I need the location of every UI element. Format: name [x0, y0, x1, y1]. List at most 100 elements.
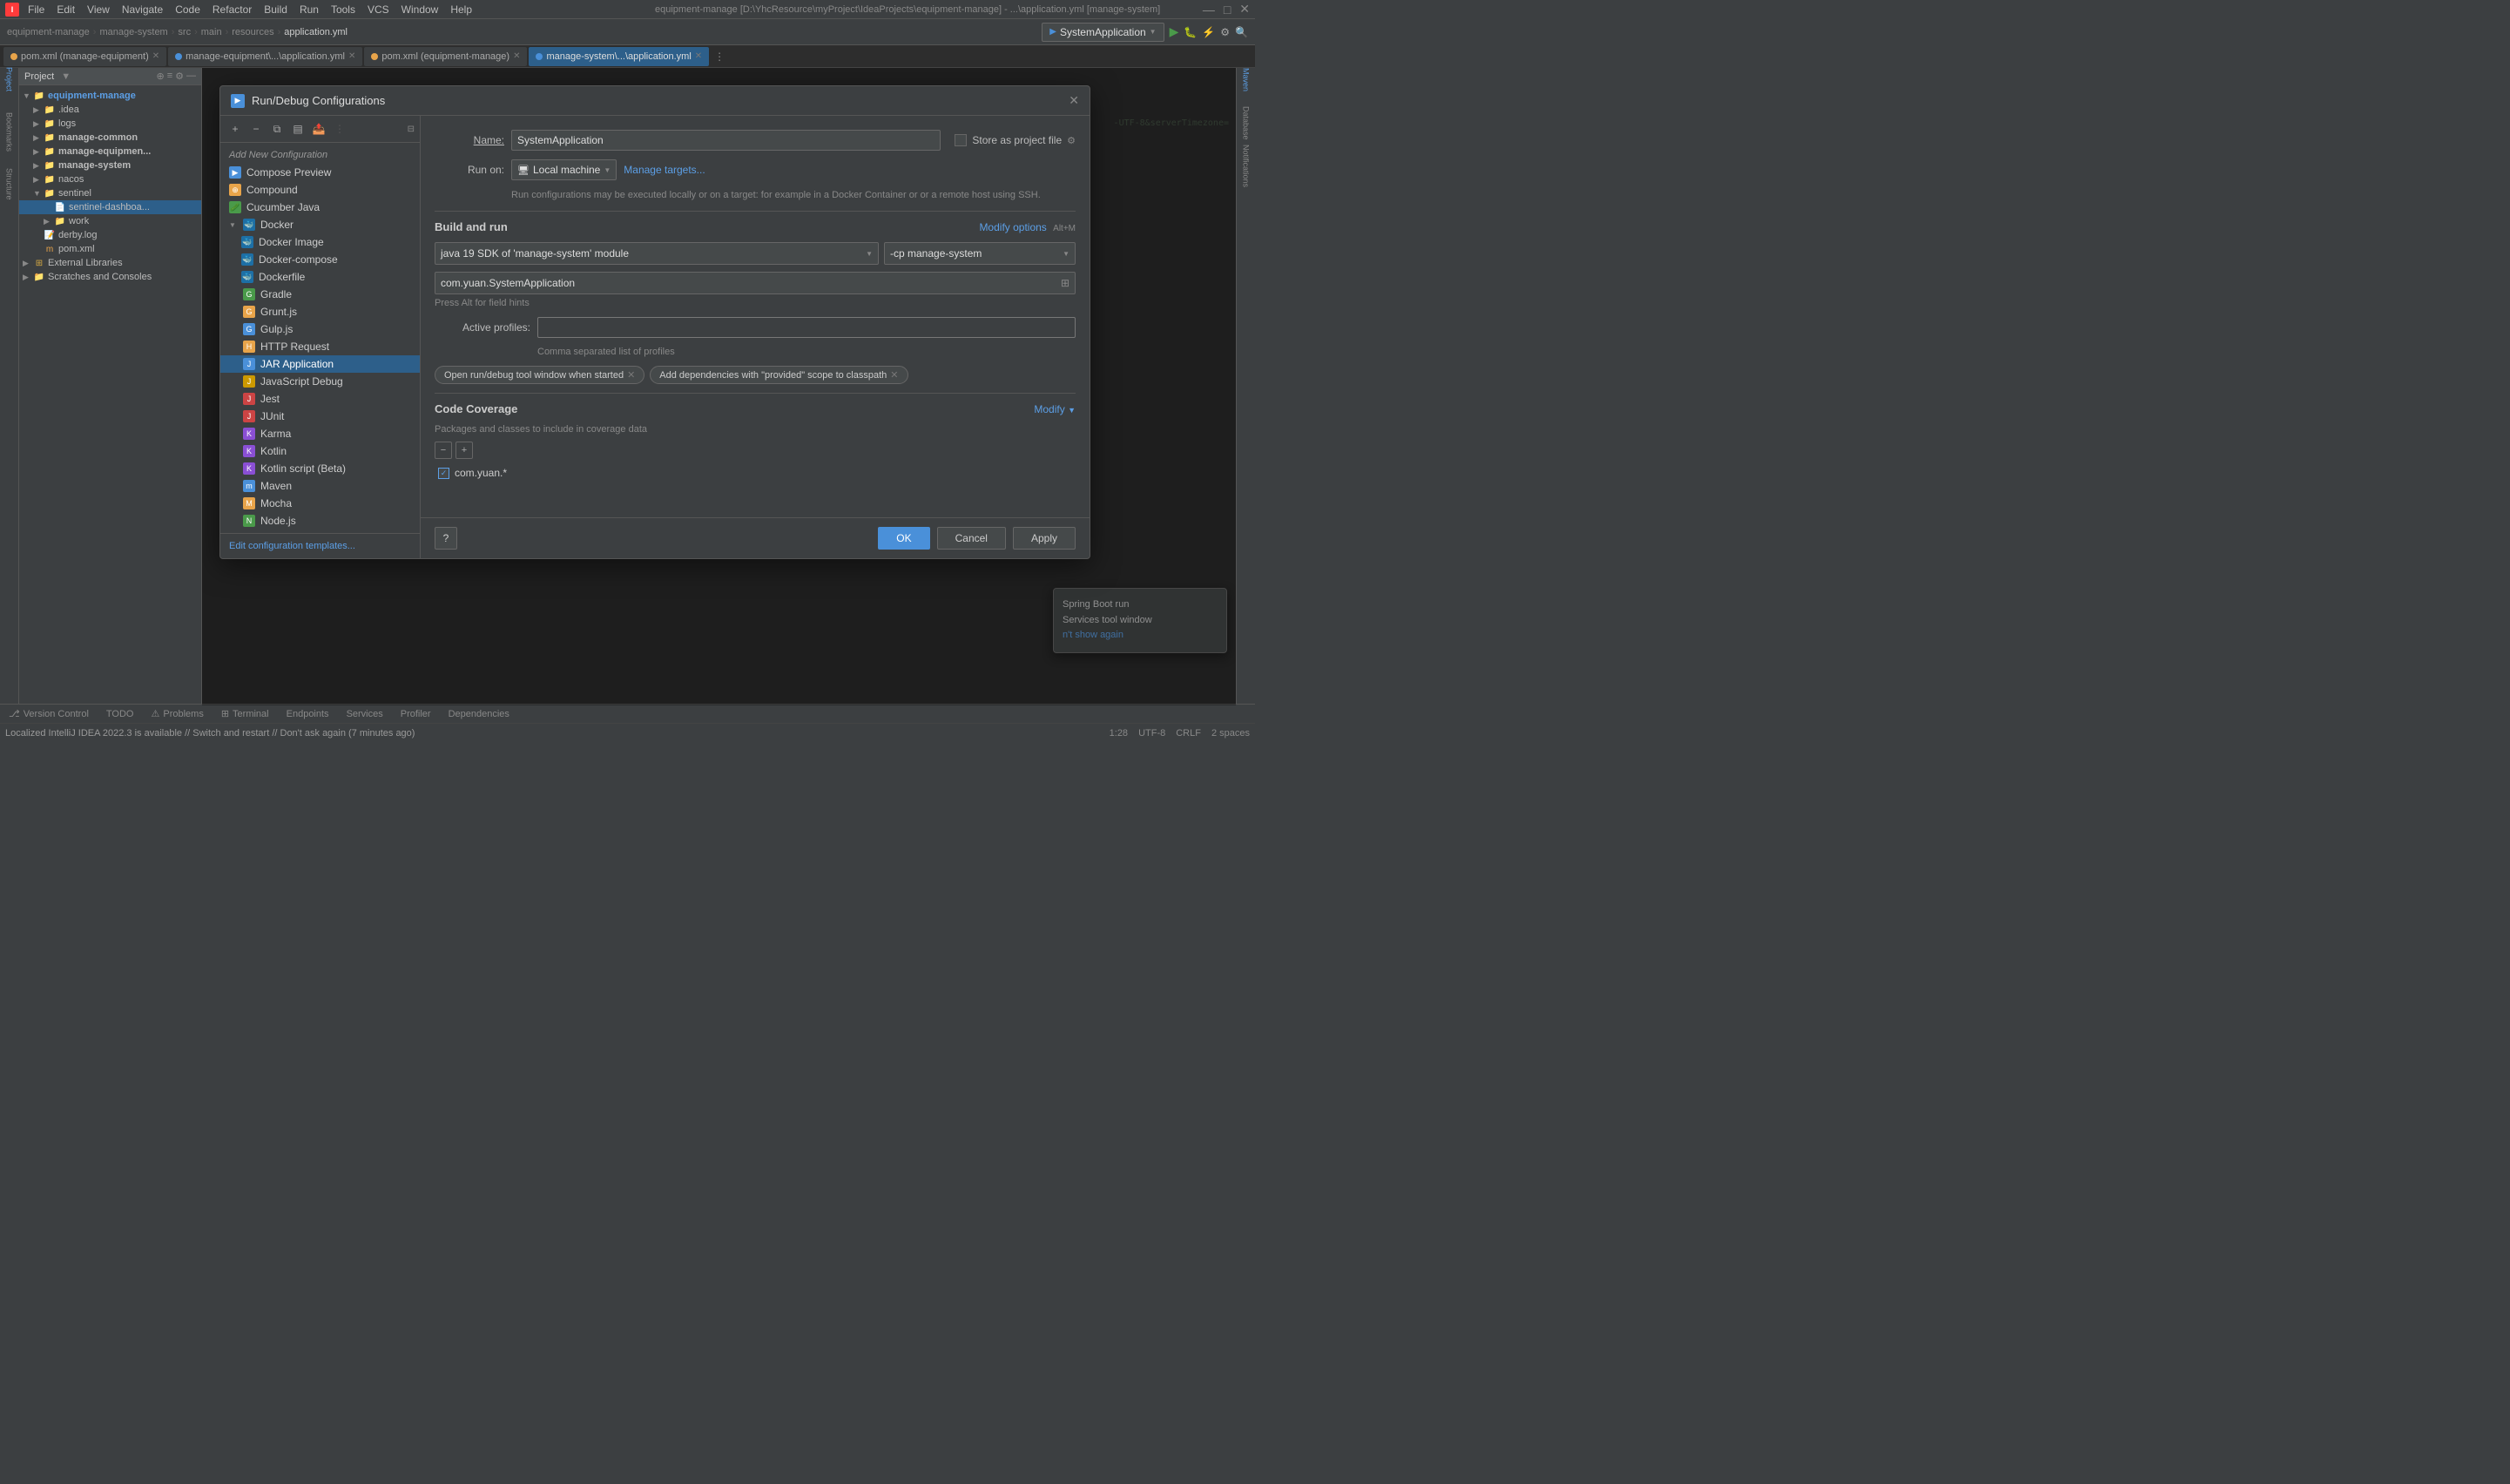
- settings-button[interactable]: ⚙: [1220, 26, 1230, 38]
- config-item-kotlin-script[interactable]: K Kotlin script (Beta): [220, 460, 420, 477]
- cancel-button[interactable]: Cancel: [937, 527, 1006, 550]
- config-item-kotlin[interactable]: K Kotlin: [220, 442, 420, 460]
- tab-close-3[interactable]: ✕: [513, 51, 520, 61]
- tab-problems[interactable]: ⚠ Problems: [147, 706, 206, 721]
- store-project-file-settings[interactable]: ⚙: [1067, 135, 1076, 146]
- menu-navigate[interactable]: Navigate: [117, 2, 168, 17]
- menu-view[interactable]: View: [82, 2, 115, 17]
- config-item-maven[interactable]: m Maven: [220, 477, 420, 495]
- config-item-gulpjs[interactable]: G Gulp.js: [220, 320, 420, 338]
- panel-icon-4[interactable]: —: [186, 71, 196, 82]
- run-button[interactable]: ▶: [1170, 24, 1179, 39]
- menu-edit[interactable]: Edit: [51, 2, 80, 17]
- store-project-file-checkbox[interactable]: [955, 134, 967, 146]
- tree-work[interactable]: ▶ 📁 work: [19, 214, 201, 228]
- maximize-btn[interactable]: □: [1224, 3, 1231, 17]
- menu-run[interactable]: Run: [294, 2, 324, 17]
- tree-derby-log[interactable]: 📝 derby.log: [19, 228, 201, 242]
- breadcrumb-file[interactable]: application.yml: [284, 27, 347, 37]
- main-class-row[interactable]: com.yuan.SystemApplication ⊞: [435, 272, 1076, 294]
- menu-refactor[interactable]: Refactor: [207, 2, 257, 17]
- file-tab-manage-system-app[interactable]: manage-system\...\application.yml ✕: [529, 47, 709, 66]
- config-item-junit[interactable]: J JUnit: [220, 408, 420, 425]
- tab-version-control[interactable]: ⎇ Version Control: [5, 706, 92, 721]
- copy-config-button[interactable]: ⧉: [267, 119, 287, 138]
- panel-icon-1[interactable]: ⊕: [156, 71, 164, 82]
- breadcrumb-project[interactable]: equipment-manage: [7, 27, 90, 37]
- save-config-button[interactable]: ▤: [288, 119, 307, 138]
- tag-close-2[interactable]: ✕: [890, 369, 898, 381]
- menu-vcs[interactable]: VCS: [362, 2, 395, 17]
- maven-icon[interactable]: Maven: [1238, 71, 1254, 87]
- config-item-http[interactable]: H HTTP Request: [220, 338, 420, 355]
- coverage-item-checkbox[interactable]: ✓: [438, 468, 449, 479]
- config-item-jest[interactable]: J Jest: [220, 390, 420, 408]
- apply-button[interactable]: Apply: [1013, 527, 1076, 550]
- tree-sentinel-dashboard[interactable]: 📄 sentinel-dashboa...: [19, 200, 201, 214]
- project-icon[interactable]: Project: [2, 71, 17, 87]
- tab-todo[interactable]: TODO: [103, 707, 138, 721]
- tab-close-4[interactable]: ✕: [695, 51, 702, 61]
- tag-close-1[interactable]: ✕: [627, 369, 635, 381]
- tree-nacos[interactable]: ▶ 📁 nacos: [19, 172, 201, 186]
- coverage-minus-btn[interactable]: −: [435, 442, 452, 459]
- debug-button[interactable]: 🐛: [1184, 26, 1197, 38]
- active-profiles-input[interactable]: [537, 317, 1076, 338]
- cp-dropdown[interactable]: -cp manage-system ▼: [884, 242, 1076, 265]
- tab-close-2[interactable]: ✕: [348, 51, 355, 61]
- help-button[interactable]: ?: [435, 527, 457, 550]
- config-item-gruntjs[interactable]: G Grunt.js: [220, 303, 420, 320]
- config-item-js-debug[interactable]: J JavaScript Debug: [220, 373, 420, 390]
- config-item-mocha[interactable]: M Mocha: [220, 495, 420, 512]
- tree-logs[interactable]: ▶ 📁 logs: [19, 117, 201, 131]
- file-tab-pom-manage-equipment[interactable]: pom.xml (manage-equipment) ✕: [3, 47, 166, 66]
- notifications-icon[interactable]: Notifications: [1238, 159, 1254, 174]
- name-input[interactable]: [511, 130, 941, 151]
- config-item-compound[interactable]: ⊕ Compound: [220, 181, 420, 199]
- profile-button[interactable]: ⚡: [1202, 26, 1215, 38]
- config-item-karma[interactable]: K Karma: [220, 425, 420, 442]
- config-item-cucumber[interactable]: 🥒 Cucumber Java: [220, 199, 420, 216]
- menu-tools[interactable]: Tools: [326, 2, 361, 17]
- close-btn[interactable]: ✕: [1239, 2, 1250, 17]
- tab-dependencies[interactable]: Dependencies: [445, 707, 513, 721]
- add-config-button[interactable]: +: [226, 119, 245, 138]
- breadcrumb-src[interactable]: src: [178, 27, 191, 37]
- menu-code[interactable]: Code: [170, 2, 206, 17]
- tree-sentinel[interactable]: ▼ 📁 sentinel: [19, 186, 201, 200]
- share-config-button[interactable]: 📤: [309, 119, 328, 138]
- tab-close-1[interactable]: ✕: [152, 51, 159, 61]
- more-tabs-btn[interactable]: ⋮: [714, 51, 725, 63]
- config-item-docker-compose[interactable]: 🐳 Docker-compose: [220, 251, 420, 268]
- tree-manage-equipment[interactable]: ▶ 📁 manage-equipmen...: [19, 145, 201, 159]
- tree-root[interactable]: ▼ 📁 equipment-manage: [19, 89, 201, 103]
- structure-icon[interactable]: Structure: [2, 176, 17, 192]
- menu-build[interactable]: Build: [259, 2, 293, 17]
- breadcrumb-module[interactable]: manage-system: [99, 27, 167, 37]
- tab-profiler[interactable]: Profiler: [397, 707, 435, 721]
- run-on-dropdown[interactable]: 🖥 Local machine ▼: [511, 159, 617, 180]
- panel-icon-3[interactable]: ⚙: [175, 71, 184, 82]
- database-icon[interactable]: Database: [1238, 115, 1254, 131]
- manage-targets-link[interactable]: Manage targets...: [624, 164, 705, 176]
- tab-endpoints[interactable]: Endpoints: [283, 707, 333, 721]
- tree-pom[interactable]: m pom.xml: [19, 242, 201, 256]
- config-list-collapse[interactable]: ⊟: [408, 125, 415, 134]
- tab-terminal[interactable]: ⊞ Terminal: [218, 706, 273, 721]
- file-tab-pom-equipment-manage[interactable]: pom.xml (equipment-manage) ✕: [364, 47, 527, 66]
- config-item-docker[interactable]: ▼ 🐳 Docker: [220, 216, 420, 233]
- tree-manage-common[interactable]: ▶ 📁 manage-common: [19, 131, 201, 145]
- config-item-gradle[interactable]: G Gradle: [220, 286, 420, 303]
- tree-manage-system[interactable]: ▶ 📁 manage-system: [19, 159, 201, 172]
- tree-external-libs[interactable]: ▶ ⊞ External Libraries: [19, 256, 201, 270]
- tree-scratches[interactable]: ▶ 📁 Scratches and Consoles: [19, 270, 201, 284]
- menu-file[interactable]: File: [23, 2, 50, 17]
- menu-window[interactable]: Window: [396, 2, 444, 17]
- ok-button[interactable]: OK: [878, 527, 929, 550]
- dialog-close-button[interactable]: ✕: [1069, 93, 1079, 108]
- tree-idea[interactable]: ▶ 📁 .idea: [19, 103, 201, 117]
- search-button[interactable]: 🔍: [1235, 26, 1248, 38]
- modify-coverage-btn[interactable]: Modify ▼: [1034, 403, 1076, 415]
- edit-templates-link[interactable]: Edit configuration templates...: [220, 533, 420, 558]
- bookmarks-icon[interactable]: Bookmarks: [2, 124, 17, 139]
